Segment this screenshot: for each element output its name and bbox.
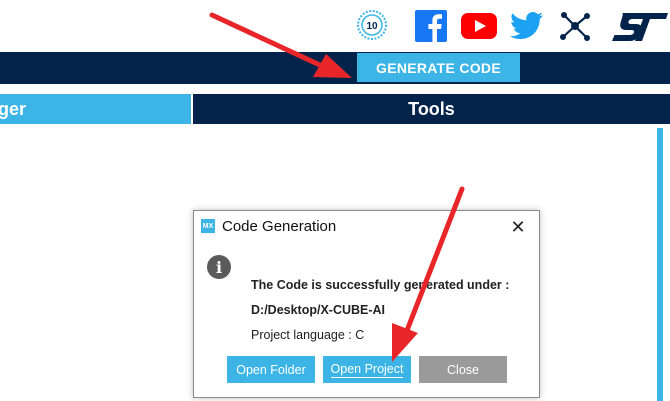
- mx-app-icon: MX: [201, 219, 215, 233]
- toolbar-gap: [0, 84, 670, 94]
- tab-label: Tools: [408, 98, 455, 119]
- anniversary-badge-icon[interactable]: 10: [357, 10, 387, 40]
- close-button[interactable]: Close: [419, 356, 507, 383]
- info-icon: i: [207, 255, 231, 279]
- main-toolbar: [0, 52, 670, 84]
- dialog-title: Code Generation: [222, 218, 337, 235]
- right-scroll-bar[interactable]: [657, 128, 663, 401]
- network-icon[interactable]: [558, 9, 592, 43]
- tab-pinout-manager[interactable]: ger: [0, 94, 191, 124]
- tab-label: ger: [0, 98, 27, 119]
- facebook-icon[interactable]: [415, 10, 447, 42]
- generate-code-button[interactable]: GENERATE CODE: [357, 53, 520, 82]
- youtube-icon[interactable]: [461, 13, 497, 39]
- project-language: Project language : C: [251, 328, 365, 342]
- open-project-button[interactable]: Open Project: [323, 356, 411, 383]
- st-logo[interactable]: [608, 10, 670, 44]
- top-bar: 10: [0, 0, 670, 52]
- open-project-label: Open Project: [330, 361, 404, 378]
- open-folder-button[interactable]: Open Folder: [227, 356, 315, 383]
- twitter-icon[interactable]: [510, 12, 544, 40]
- tab-tools[interactable]: Tools: [193, 94, 670, 124]
- success-message: The Code is successfully generated under…: [251, 278, 510, 292]
- code-generation-dialog: MX Code Generation ✕ i The Code is succe…: [193, 210, 540, 398]
- generated-path: D:/Desktop/X-CUBE-AI: [251, 303, 386, 317]
- close-icon[interactable]: ✕: [508, 217, 528, 237]
- badge-text: 10: [366, 21, 378, 32]
